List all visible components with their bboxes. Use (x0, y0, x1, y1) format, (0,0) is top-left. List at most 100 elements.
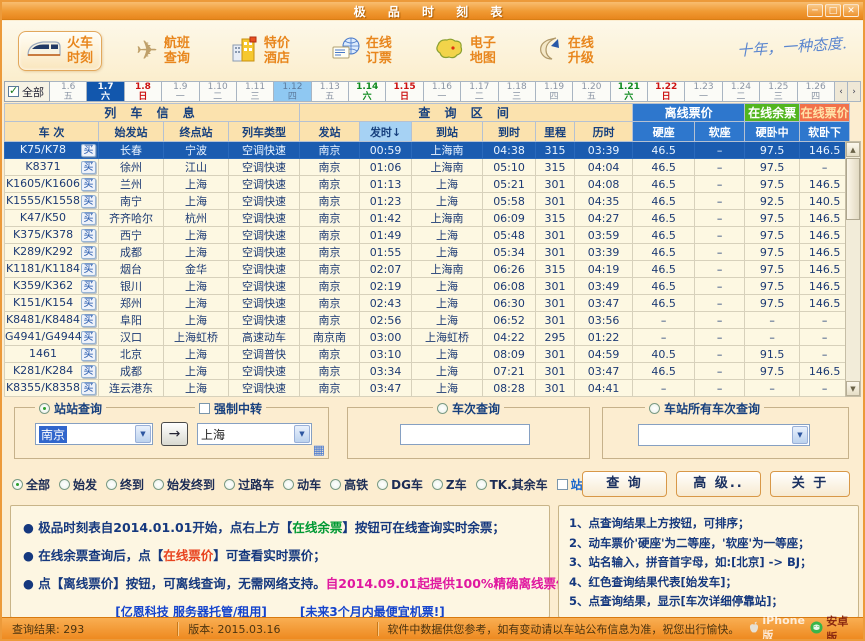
close-button[interactable]: ✕ (843, 4, 859, 17)
checkbox-unchecked-icon[interactable] (199, 403, 210, 414)
tabs-scroll-right-icon[interactable]: › (848, 81, 861, 102)
table-row[interactable]: 买K1555/K1558 南宁 上海 空调快速 南京 01:23 上海 05:5… (5, 193, 850, 210)
buy-button[interactable]: 买 (81, 212, 96, 225)
filter-radio[interactable]: 动车 (283, 476, 321, 493)
checkbox-unchecked-icon[interactable] (557, 479, 568, 490)
filter-radio[interactable]: 终到 (106, 476, 144, 493)
buy-button[interactable]: 买 (81, 365, 96, 378)
buy-button[interactable]: 买 (81, 314, 96, 327)
buy-button[interactable]: 买 (81, 229, 96, 242)
date-tab[interactable]: 1.17 二 (461, 81, 498, 102)
search-button[interactable]: 查 询 (582, 471, 667, 497)
chevron-down-icon[interactable]: ▼ (294, 425, 310, 443)
buy-button[interactable]: 买 (81, 161, 96, 174)
table-row[interactable]: 买K8481/K8484 阜阳 上海 空调快速 南京 02:56 上海 06:5… (5, 312, 850, 329)
toolbar-item-emap[interactable]: 电子地图 (426, 32, 504, 70)
radio-icon[interactable] (153, 479, 164, 490)
filter-radio[interactable]: DG车 (377, 476, 423, 493)
date-tab[interactable]: 1.12 四 (274, 81, 311, 102)
maximize-button[interactable]: □ (825, 4, 841, 17)
buy-button[interactable]: 买 (81, 382, 96, 395)
filter-radio[interactable]: 高铁 (330, 476, 368, 493)
col-header-distance[interactable]: 里程 (536, 122, 575, 142)
radio-icon[interactable] (432, 479, 443, 490)
buy-button[interactable]: 买 (81, 280, 96, 293)
toolbar-item-flight-search[interactable]: ✈ 航班查询 (128, 32, 198, 70)
radio-icon[interactable] (476, 479, 487, 490)
to-station-combobox[interactable]: 上海 ▼ (197, 423, 312, 445)
radio-icon[interactable] (12, 479, 23, 490)
table-row[interactable]: 买K8371 徐州 江山 空调快速 南京 01:06 上海南 05:10 315… (5, 159, 850, 176)
col-header-dep-station[interactable]: 发站 (300, 122, 360, 142)
advanced-button[interactable]: 高 级.. (676, 471, 761, 497)
date-all-checkbox[interactable]: 全部 (4, 81, 50, 102)
date-tab[interactable]: 1.11 三 (237, 81, 274, 102)
date-tab[interactable]: 1.19 四 (536, 81, 573, 102)
radio-off-icon[interactable] (649, 403, 660, 414)
date-tab[interactable]: 1.25 三 (760, 81, 797, 102)
table-row[interactable]: 买K375/K378 西宁 上海 空调快速 南京 01:49 上海 05:48 … (5, 227, 850, 244)
filter-radio[interactable]: 始发终到 (153, 476, 215, 493)
filter-radio[interactable]: TK.其余车 (476, 476, 548, 493)
buy-button[interactable]: 买 (81, 195, 96, 208)
about-button[interactable]: 关 于 (770, 471, 850, 497)
group-header-offline-price[interactable]: 离线票价 (633, 104, 745, 122)
col-header-soft-seat[interactable]: 软座 (695, 122, 745, 142)
filter-radio[interactable]: 全部 (12, 476, 50, 493)
filter-radio[interactable]: 始发 (59, 476, 97, 493)
radio-off-icon[interactable] (437, 403, 448, 414)
toolbar-item-train-times[interactable]: 火车时刻 (18, 31, 102, 71)
buy-button[interactable]: 买 (81, 263, 96, 276)
from-station-combobox[interactable]: 南京 ▼ (35, 423, 153, 445)
col-header-terminus[interactable]: 终点站 (164, 122, 229, 142)
date-tab[interactable]: 1.10 二 (200, 81, 237, 102)
radio-icon[interactable] (59, 479, 70, 490)
date-tab[interactable]: 1.24 二 (723, 81, 760, 102)
table-row[interactable]: 买K151/K154 郑州 上海 空调快速 南京 02:43 上海 06:30 … (5, 295, 850, 312)
minimize-button[interactable]: ─ (807, 4, 823, 17)
col-header-train[interactable]: 车 次 (5, 122, 99, 142)
date-tab[interactable]: 1.23 一 (685, 81, 722, 102)
radio-on-icon[interactable] (39, 403, 50, 414)
table-row[interactable]: 买K359/K362 银川 上海 空调快速 南京 02:19 上海 06:08 … (5, 278, 850, 295)
col-header-soft-sleeper[interactable]: 软卧下 (800, 122, 850, 142)
table-row[interactable]: 买K1181/K1184 烟台 金华 空调快速 南京 02:07 上海南 06:… (5, 261, 850, 278)
date-tab[interactable]: 1.22 日 (648, 81, 685, 102)
table-row[interactable]: 买K289/K292 成都 上海 空调快速 南京 01:55 上海 05:34 … (5, 244, 850, 261)
date-tab[interactable]: 1.15 日 (386, 81, 423, 102)
buy-button[interactable]: 买 (81, 348, 96, 361)
col-header-type[interactable]: 列车类型 (229, 122, 300, 142)
buy-button[interactable]: 买 (81, 331, 96, 344)
buy-button[interactable]: 买 (81, 178, 96, 191)
col-header-hard-seat[interactable]: 硬座 (633, 122, 695, 142)
swap-direction-button[interactable]: → (161, 422, 188, 446)
vertical-scrollbar[interactable]: ▲ ▼ (845, 141, 861, 397)
date-tab[interactable]: 1.8 日 (125, 81, 162, 102)
col-header-arr-station[interactable]: 到站 (412, 122, 483, 142)
table-row[interactable]: 买K8355/K8358 连云港东 上海 空调快速 南京 03:47 上海 08… (5, 380, 850, 397)
android-version-link[interactable]: 安卓版 (810, 613, 863, 641)
table-row[interactable]: 买K1605/K1606 兰州 上海 空调快速 南京 01:13 上海 05:2… (5, 176, 850, 193)
table-row[interactable]: 买K47/K50 齐齐哈尔 杭州 空调快速 南京 01:42 上海南 06:09… (5, 210, 850, 227)
date-tab[interactable]: 1.7 六 (87, 81, 124, 102)
checkbox-checked-icon[interactable] (8, 86, 19, 97)
date-tab[interactable]: 1.9 一 (162, 81, 199, 102)
iphone-version-link[interactable]: iPhone版 (749, 614, 810, 641)
date-tab[interactable]: 1.6 五 (50, 81, 87, 102)
force-transfer-checkbox[interactable]: 强制中转 (195, 400, 266, 417)
col-header-arr-time[interactable]: 到时 (483, 122, 536, 142)
col-header-duration[interactable]: 历时 (575, 122, 633, 142)
buy-button[interactable]: 买 (81, 297, 96, 310)
train-number-input[interactable] (400, 424, 530, 445)
buy-button[interactable]: 买 (81, 144, 96, 157)
table-row[interactable]: 买K75/K78 长春 宁波 空调快速 南京 00:59 上海南 04:38 3… (5, 142, 850, 159)
radio-icon[interactable] (106, 479, 117, 490)
date-tab[interactable]: 1.18 三 (499, 81, 536, 102)
toolbar-item-hotel-deals[interactable]: 特价酒店 (224, 32, 298, 70)
table-row[interactable]: 买K281/K284 成都 上海 空调快速 南京 03:34 上海 07:21 … (5, 363, 850, 380)
date-tab[interactable]: 1.16 一 (424, 81, 461, 102)
toolbar-item-online-booking[interactable]: 在线订票 (324, 32, 400, 70)
station-all-combobox[interactable]: ▼ (638, 424, 810, 446)
station-query-legend[interactable]: 站站查询 (35, 400, 106, 417)
station-all-query-legend[interactable]: 车站所有车次查询 (645, 400, 764, 417)
